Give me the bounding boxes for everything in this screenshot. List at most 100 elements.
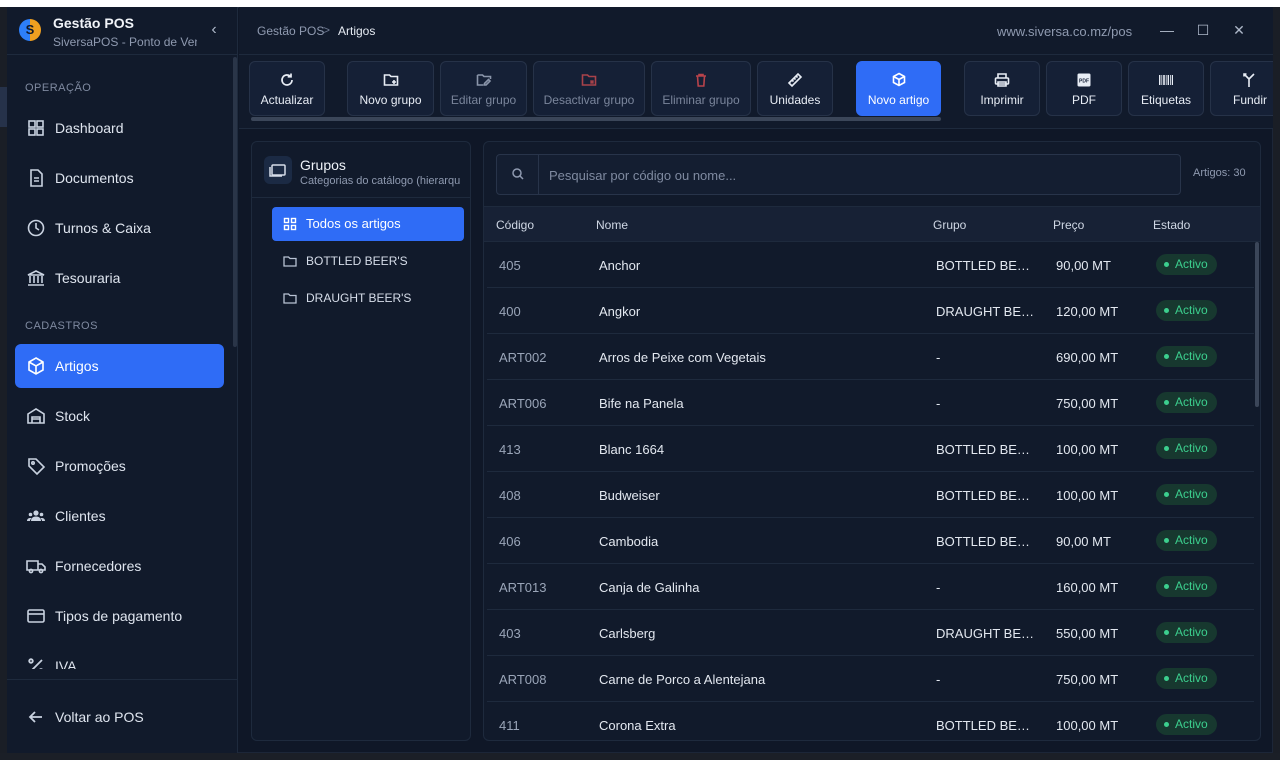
- printer-icon: [994, 72, 1010, 88]
- sidebar-item-documentos[interactable]: Documentos: [15, 156, 224, 200]
- table-row[interactable]: ART008 Carne de Porco a Alentejana - 750…: [487, 656, 1254, 702]
- new-group-button[interactable]: Novo grupo: [347, 61, 434, 116]
- status-badge: Activo: [1156, 392, 1217, 413]
- groups-panel: Grupos Categorias do catálogo (hierarqui…: [251, 141, 471, 741]
- sidebar-item-label: Tesouraria: [55, 270, 121, 286]
- table-row[interactable]: 403 Carlsberg DRAUGHT BEER'S 550,00 MT A…: [487, 610, 1254, 656]
- ruler-icon: [787, 72, 803, 88]
- cell-price: 750,00 MT: [1056, 672, 1119, 687]
- folders-icon: [264, 156, 292, 184]
- column-header-status[interactable]: Estado: [1153, 218, 1190, 232]
- brand-header: Gestão POS SiversaPOS - Ponto de Venda ‹: [7, 7, 238, 55]
- collapse-sidebar-button[interactable]: ‹: [205, 21, 223, 39]
- sidebar-item-stock[interactable]: Stock: [15, 394, 224, 438]
- sidebar-scrollbar[interactable]: [233, 57, 237, 347]
- table-scrollbar[interactable]: [1255, 242, 1259, 407]
- table-header: Código Nome Grupo Preço Estado: [484, 206, 1260, 242]
- cell-price: 90,00 MT: [1056, 534, 1111, 549]
- edit-group-button[interactable]: Editar grupo: [440, 61, 527, 116]
- cell-name: Anchor: [599, 258, 641, 273]
- cell-name: Arros de Peixe com Vegetais: [599, 350, 766, 365]
- search-box: [496, 154, 1181, 195]
- sidebar-item-label: Dashboard: [55, 120, 124, 136]
- folder-icon: [283, 254, 297, 268]
- barcode-icon: [1158, 72, 1174, 88]
- breadcrumb-current: Artigos: [338, 24, 376, 38]
- maximize-button[interactable]: ☐: [1192, 19, 1214, 41]
- sidebar: Gestão POS SiversaPOS - Ponto de Venda ‹…: [7, 7, 238, 753]
- pdf-button[interactable]: PDF PDF: [1046, 61, 1122, 116]
- top-header: Gestão POS > Artigos www.siversa.co.mz/p…: [239, 7, 1273, 55]
- close-button[interactable]: ✕: [1228, 19, 1250, 41]
- sidebar-item-dashboard[interactable]: Dashboard: [15, 106, 224, 150]
- sidebar-item-fornecedores[interactable]: Fornecedores: [15, 544, 224, 588]
- labels-button[interactable]: Etiquetas: [1128, 61, 1204, 116]
- table-row[interactable]: 400 Angkor DRAUGHT BEER'S 120,00 MT Acti…: [487, 288, 1254, 334]
- box-plus-icon: [891, 72, 907, 88]
- column-header-code[interactable]: Código: [496, 218, 534, 232]
- table-row[interactable]: ART002 Arros de Peixe com Vegetais - 690…: [487, 334, 1254, 380]
- toolbar-scrollbar[interactable]: [251, 117, 941, 121]
- deactivate-group-button[interactable]: Desactivar grupo: [533, 61, 645, 116]
- sidebar-item-label: Clientes: [55, 508, 106, 524]
- group-item-bottled-beers[interactable]: BOTTLED BEER'S: [272, 244, 464, 278]
- sidebar-item-tesouraria[interactable]: Tesouraria: [15, 256, 224, 300]
- status-badge: Activo: [1156, 346, 1217, 367]
- column-header-name[interactable]: Nome: [596, 218, 628, 232]
- users-icon: [26, 506, 46, 526]
- cell-code: ART013: [499, 580, 547, 595]
- folder-x-icon: [581, 72, 597, 88]
- sidebar-item-clientes[interactable]: Clientes: [15, 494, 224, 538]
- units-button[interactable]: Unidades: [757, 61, 833, 116]
- sidebar-item-tipos-pagamento[interactable]: Tipos de pagamento: [15, 594, 224, 638]
- search-input[interactable]: [549, 164, 1149, 186]
- table-row[interactable]: 406 Cambodia BOTTLED BEER'S 90,00 MT Act…: [487, 518, 1254, 564]
- cell-group: DRAUGHT BEER'S: [936, 304, 1036, 319]
- table-row[interactable]: ART006 Bife na Panela - 750,00 MT Activo: [487, 380, 1254, 426]
- folder-edit-icon: [476, 72, 492, 88]
- group-item-all[interactable]: Todos os artigos: [272, 207, 464, 241]
- merge-button[interactable]: Fundir: [1210, 61, 1273, 116]
- sidebar-item-turnos-caixa[interactable]: Turnos & Caixa: [15, 206, 224, 250]
- column-header-price[interactable]: Preço: [1053, 218, 1084, 232]
- sidebar-item-promocoes[interactable]: Promoções: [15, 444, 224, 488]
- status-badge: Activo: [1156, 668, 1217, 689]
- sidebar-item-label: Tipos de pagamento: [55, 608, 183, 624]
- group-item-draught-beers[interactable]: DRAUGHT BEER'S: [272, 281, 464, 315]
- cell-price: 120,00 MT: [1056, 304, 1119, 319]
- back-label: Voltar ao POS: [55, 709, 144, 725]
- folder-plus-icon: [383, 72, 399, 88]
- cell-code: ART008: [499, 672, 547, 687]
- sidebar-item-label: Stock: [55, 408, 91, 424]
- sidebar-item-iva[interactable]: IVA: [15, 649, 224, 669]
- sidebar-item-label: Promoções: [55, 458, 126, 474]
- refresh-button[interactable]: Actualizar: [249, 61, 325, 116]
- column-header-group[interactable]: Grupo: [933, 218, 966, 232]
- cell-group: BOTTLED BEER'S: [936, 442, 1036, 457]
- app-logo: [19, 19, 41, 41]
- section-label-operacao: OPERAÇÃO: [25, 82, 92, 94]
- sidebar-item-artigos[interactable]: Artigos: [15, 344, 224, 388]
- minimize-button[interactable]: —: [1156, 19, 1178, 41]
- cell-price: 160,00 MT: [1056, 580, 1119, 595]
- status-badge: Activo: [1156, 714, 1217, 735]
- cell-group: DRAUGHT BEER'S: [936, 626, 1036, 641]
- table-row[interactable]: ART013 Canja de Galinha - 160,00 MT Acti…: [487, 564, 1254, 610]
- cell-group: BOTTLED BEER'S: [936, 718, 1036, 733]
- breadcrumb-root[interactable]: Gestão POS: [257, 24, 324, 38]
- table-row[interactable]: 413 Blanc 1664 BOTTLED BEER'S 100,00 MT …: [487, 426, 1254, 472]
- new-article-button[interactable]: Novo artigo: [856, 61, 941, 116]
- print-button[interactable]: Imprimir: [964, 61, 1040, 116]
- delete-group-button[interactable]: Eliminar grupo: [651, 61, 751, 116]
- sidebar-item-label: Documentos: [55, 170, 134, 186]
- table-row[interactable]: 411 Corona Extra BOTTLED BEER'S 100,00 M…: [487, 702, 1254, 740]
- articles-count: Artigos: 30: [1193, 167, 1246, 179]
- status-badge: Activo: [1156, 576, 1217, 597]
- toolbar: Actualizar Novo grupo Editar grupo Desac…: [239, 55, 1273, 129]
- table-row[interactable]: 405 Anchor BOTTLED BEER'S 90,00 MT Activ…: [487, 242, 1254, 288]
- cell-code: 408: [499, 488, 521, 503]
- cell-code: 403: [499, 626, 521, 641]
- table-row[interactable]: 408 Budweiser BOTTLED BEER'S 100,00 MT A…: [487, 472, 1254, 518]
- pdf-icon: PDF: [1076, 72, 1092, 88]
- back-to-pos-button[interactable]: Voltar ao POS: [15, 695, 224, 739]
